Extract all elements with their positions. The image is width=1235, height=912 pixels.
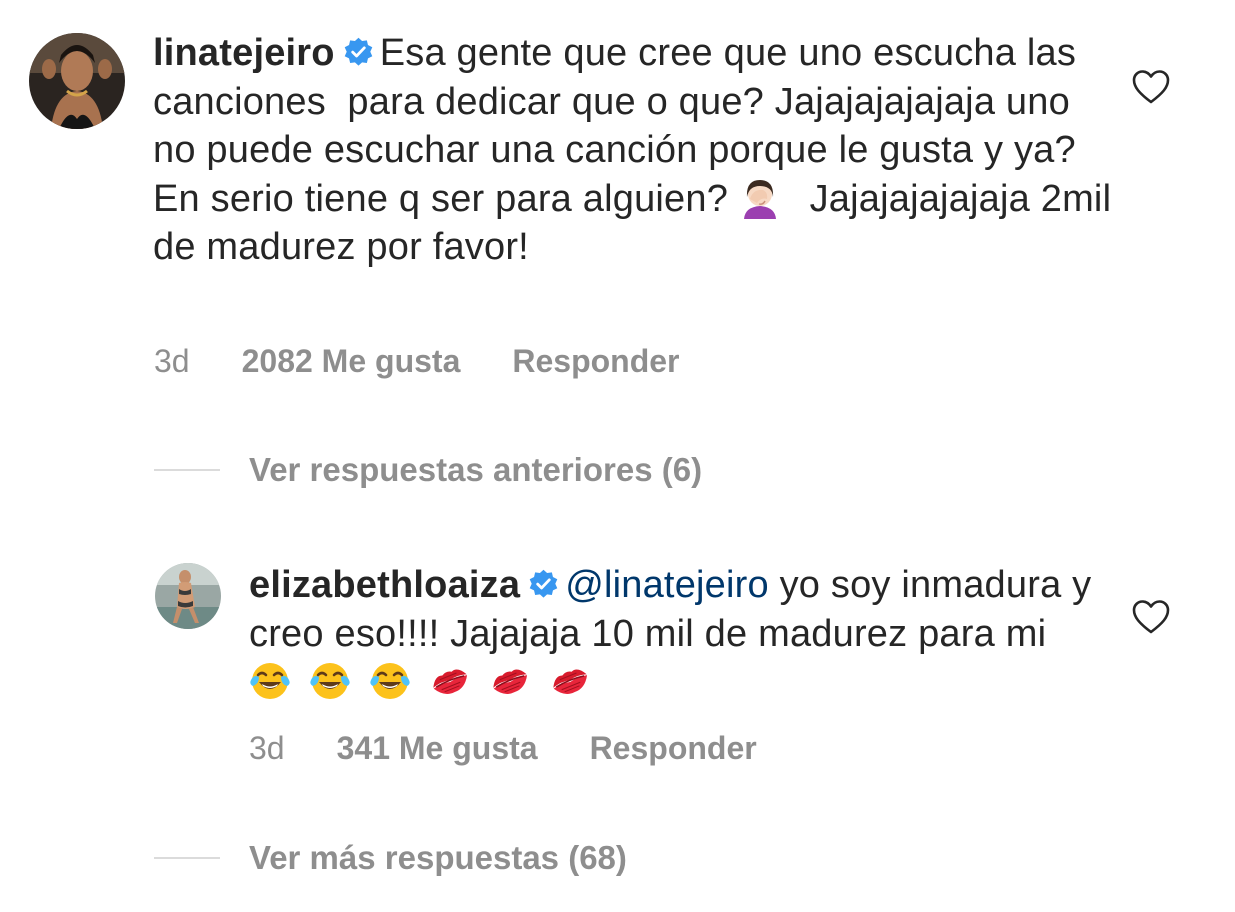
view-more-replies[interactable]: Ver más respuestas (68) bbox=[154, 839, 627, 877]
tears-of-joy-emoji bbox=[309, 660, 351, 702]
avatar-elizabethloaiza[interactable] bbox=[155, 563, 221, 629]
kiss-mark-emoji bbox=[429, 660, 471, 702]
view-previous-replies[interactable]: Ver respuestas anteriores (6) bbox=[154, 451, 702, 489]
reply-button[interactable]: Responder bbox=[590, 730, 757, 767]
mention-link[interactable]: @linatejeiro bbox=[565, 564, 769, 606]
divider-line bbox=[154, 857, 220, 859]
comment-timestamp[interactable]: 3d bbox=[154, 343, 190, 380]
profile-photo bbox=[155, 563, 221, 629]
kiss-mark-emoji bbox=[549, 660, 591, 702]
avatar-linatejeiro[interactable] bbox=[29, 33, 125, 129]
comment-username[interactable]: elizabethloaiza bbox=[249, 564, 520, 606]
comment-timestamp[interactable]: 3d bbox=[249, 730, 285, 767]
comment-username[interactable]: linatejeiro bbox=[153, 32, 335, 74]
reply-button[interactable]: Responder bbox=[512, 343, 679, 380]
likes-count[interactable]: 2082 Me gusta bbox=[242, 343, 461, 380]
comment-meta: 3d 341 Me gusta Responder bbox=[249, 730, 757, 767]
likes-count[interactable]: 341 Me gusta bbox=[337, 730, 538, 767]
tears-of-joy-emoji bbox=[369, 660, 411, 702]
profile-photo bbox=[29, 33, 125, 129]
divider-line bbox=[154, 469, 220, 471]
tears-of-joy-emoji bbox=[249, 660, 291, 702]
view-more-replies-label: Ver más respuestas (68) bbox=[249, 839, 627, 876]
like-heart-icon[interactable] bbox=[1131, 599, 1171, 635]
verified-badge-icon bbox=[343, 37, 374, 68]
comment-linatejeiro: linatejeiro Esa gente que cree que uno es… bbox=[153, 29, 1113, 272]
woman-facepalming-emoji bbox=[739, 177, 781, 219]
verified-badge-icon bbox=[528, 569, 559, 600]
comment-meta: 3d 2082 Me gusta Responder bbox=[154, 343, 680, 380]
like-heart-icon[interactable] bbox=[1131, 69, 1171, 105]
comment-elizabethloaiza: elizabethloaiza @linatejeiro yo soy inmad… bbox=[249, 561, 1109, 707]
kiss-mark-emoji bbox=[489, 660, 531, 702]
view-previous-replies-label: Ver respuestas anteriores (6) bbox=[249, 451, 703, 488]
